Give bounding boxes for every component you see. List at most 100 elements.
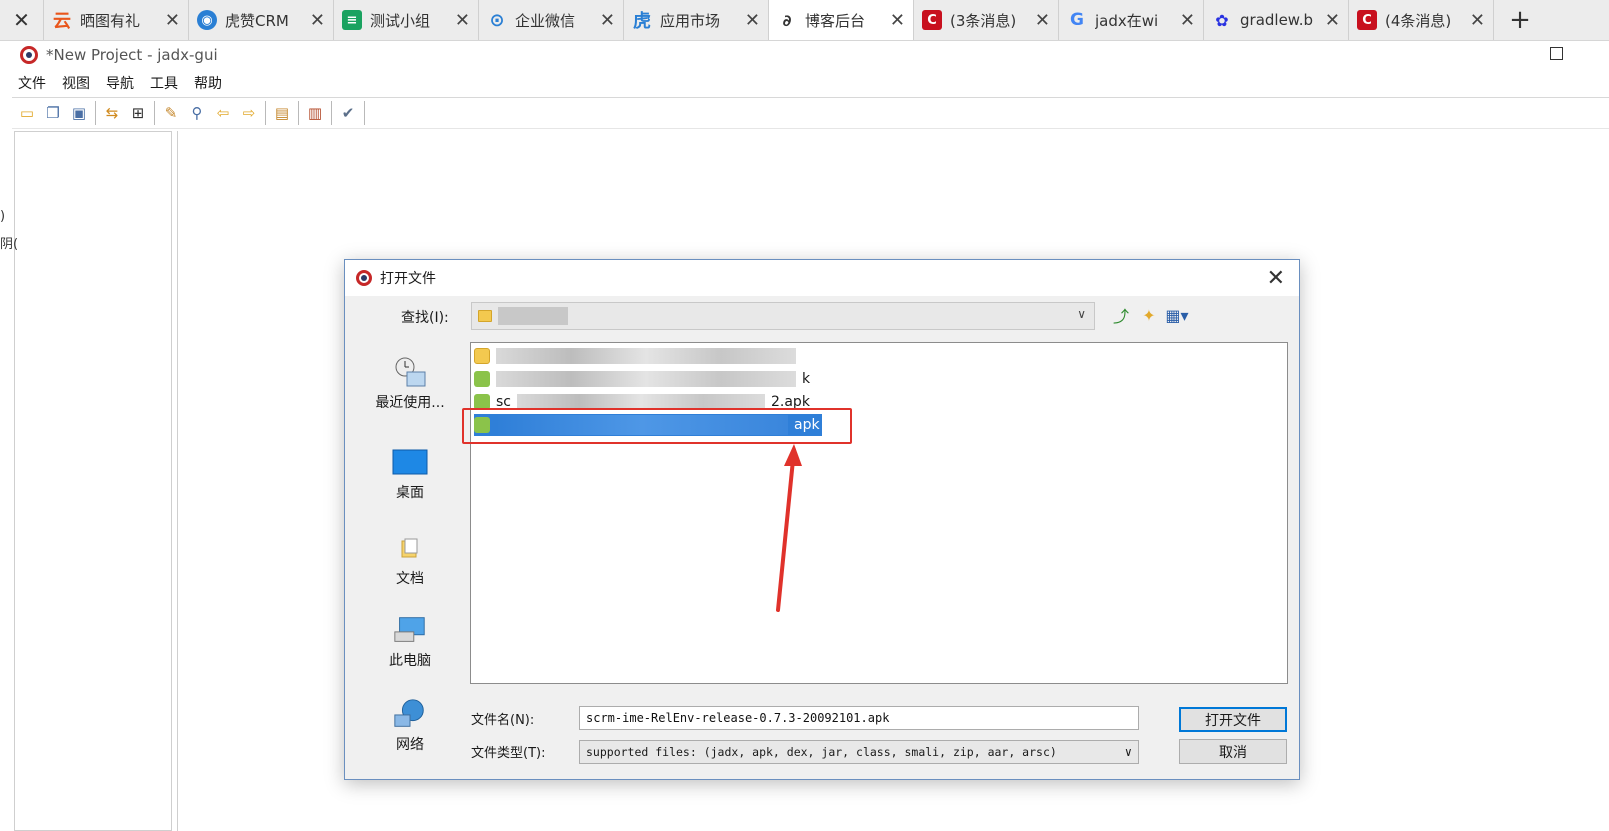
close-icon[interactable]: ✕	[1267, 266, 1285, 291]
tab-close-icon[interactable]: ✕	[310, 10, 325, 31]
forward-icon[interactable]: ⇨	[236, 100, 262, 126]
jump-icon[interactable]: ✎	[158, 100, 184, 126]
csdn-icon: C	[922, 10, 942, 30]
list-item[interactable]: k	[474, 368, 810, 390]
browser-tab[interactable]: ✿ gradlew.b ✕	[1204, 0, 1349, 40]
menu-navigate[interactable]: 导航	[106, 71, 134, 95]
csdn-icon: C	[1357, 10, 1377, 30]
place-network[interactable]: 网络	[351, 698, 469, 754]
new-tab-button[interactable]: +	[1494, 0, 1546, 40]
filename-label: 文件名(N):	[471, 713, 535, 728]
toolbar-separator	[95, 101, 96, 125]
tiger-icon: 虎	[633, 11, 651, 32]
new-folder-icon[interactable]: ✦	[1138, 304, 1160, 326]
browser-tab[interactable]: ≡ 测试小组 ✕	[334, 0, 479, 40]
place-label: 文档	[396, 571, 424, 587]
browser-tab[interactable]: C (4条消息) ✕	[1349, 0, 1494, 40]
dialog-nav-icons: ⤴ ✦ ▦▾	[1110, 304, 1189, 327]
tab-close-icon[interactable]: ✕	[745, 10, 760, 31]
computer-icon	[392, 614, 428, 646]
wecom-icon: ⊙	[489, 9, 505, 31]
tab-title: 测试小组	[370, 11, 431, 30]
tab-close-icon[interactable]: ✕	[1470, 10, 1485, 31]
search-icon[interactable]: ⚲	[184, 100, 210, 126]
tab-close-icon[interactable]: ✕	[1035, 10, 1050, 31]
browser-tab-strip: ✕ 云 晒图有礼 ✕ ◉ 虎赞CRM ✕ ≡ 测试小组 ✕ ⊙ 企业微信 ✕ 虎…	[0, 0, 1609, 41]
place-this-pc[interactable]: 此电脑	[351, 614, 469, 670]
cancel-button[interactable]: 取消	[1179, 739, 1287, 764]
sheet-icon: ≡	[342, 10, 362, 30]
view-menu-icon[interactable]: ▦▾	[1165, 304, 1188, 326]
browser-tab[interactable]: ⊙ 企业微信 ✕	[479, 0, 624, 40]
globe-icon: ◉	[197, 10, 217, 30]
redacted-name	[496, 348, 796, 364]
toolbar-separator	[331, 101, 332, 125]
menu-tools[interactable]: 工具	[150, 71, 178, 95]
tree-icon[interactable]: ⊞	[125, 100, 151, 126]
browser-tab[interactable]: C (3条消息) ✕	[914, 0, 1059, 40]
look-in-row: 查找(I): ∨ ⤴ ✦ ▦▾	[345, 302, 1299, 332]
look-in-combo[interactable]: ∨	[471, 302, 1095, 330]
browser-tab[interactable]: 虎 应用市场 ✕	[624, 0, 769, 40]
edge-text-fragment: )	[0, 209, 6, 224]
back-icon[interactable]: ⇦	[210, 100, 236, 126]
tab-close-icon[interactable]: ✕	[600, 10, 615, 31]
tab-close-icon[interactable]: ✕	[890, 10, 905, 31]
project-tree-pane[interactable]	[14, 131, 172, 831]
filetype-select[interactable]: supported files: (jadx, apk, dex, jar, c…	[579, 740, 1139, 764]
tab-title: jadx在wi	[1095, 11, 1159, 30]
filename-input[interactable]	[579, 706, 1139, 730]
menu-help[interactable]: 帮助	[194, 71, 222, 95]
log-icon[interactable]: ▥	[302, 100, 328, 126]
dialog-title: 打开文件	[380, 271, 436, 287]
window-titlebar: *New Project - jadx-gui	[12, 41, 1609, 69]
window-title: *New Project - jadx-gui	[46, 46, 218, 64]
settings-icon[interactable]: ✔	[335, 100, 361, 126]
tab-title: (3条消息)	[950, 11, 1017, 30]
look-in-label: 查找(I):	[401, 310, 449, 326]
filetype-label: 文件类型(T):	[471, 746, 546, 761]
tab-title: 应用市场	[660, 11, 721, 30]
menu-view[interactable]: 视图	[62, 71, 90, 95]
sync-icon[interactable]: ⇆	[99, 100, 125, 126]
close-icon[interactable]: ✕	[0, 0, 44, 40]
folder-icon	[478, 310, 492, 322]
place-desktop[interactable]: 桌面	[351, 446, 469, 502]
maximize-button[interactable]	[1550, 47, 1563, 60]
place-recent[interactable]: 最近使用...	[351, 356, 469, 412]
decompile-icon[interactable]: ▤	[269, 100, 295, 126]
browser-tab[interactable]: 云 晒图有礼 ✕	[44, 0, 189, 40]
menu-file[interactable]: 文件	[18, 71, 46, 95]
toolbar-separator	[298, 101, 299, 125]
save-project-icon[interactable]: ▣	[66, 100, 92, 126]
tab-close-icon[interactable]: ✕	[1325, 10, 1340, 31]
edge-text-fragment: 阴(	[0, 237, 19, 252]
browser-tab[interactable]: ◉ 虎赞CRM ✕	[189, 0, 334, 40]
documents-icon	[392, 532, 428, 564]
android-apk-icon	[474, 371, 490, 387]
tab-title: gradlew.b	[1240, 11, 1313, 29]
open-folder-icon[interactable]: ▭	[14, 100, 40, 126]
save-all-icon[interactable]: ❐	[40, 100, 66, 126]
list-item[interactable]	[474, 345, 802, 367]
tab-close-icon[interactable]: ✕	[165, 10, 180, 31]
file-name-suffix: k	[802, 371, 811, 387]
browser-tab-active[interactable]: ∂ 博客后台 ✕	[769, 0, 914, 40]
baidu-icon: ✿	[1215, 10, 1229, 30]
tab-title: 博客后台	[805, 11, 866, 30]
jadx-app-icon	[20, 46, 38, 64]
file-list[interactable]: k sc 2.apk apk	[470, 342, 1288, 684]
tab-close-icon[interactable]: ✕	[1180, 10, 1195, 31]
place-documents[interactable]: 文档	[351, 532, 469, 588]
browser-tab[interactable]: G jadx在wi ✕	[1059, 0, 1204, 40]
open-file-button[interactable]: 打开文件	[1179, 707, 1287, 732]
blog-icon: ∂	[782, 10, 792, 30]
toolbar-separator	[364, 101, 365, 125]
place-label: 网络	[396, 737, 424, 753]
up-folder-icon[interactable]: ⤴	[1110, 304, 1132, 326]
tab-title: 企业微信	[515, 11, 576, 30]
places-bar: 最近使用... 桌面 文档 此电脑 网络	[351, 342, 469, 772]
chevron-down-icon: ∨	[1077, 307, 1086, 321]
tab-close-icon[interactable]: ✕	[455, 10, 470, 31]
toolbar: ▭ ❐ ▣ ⇆ ⊞ ✎ ⚲ ⇦ ⇨ ▤ ▥ ✔	[12, 97, 1609, 129]
